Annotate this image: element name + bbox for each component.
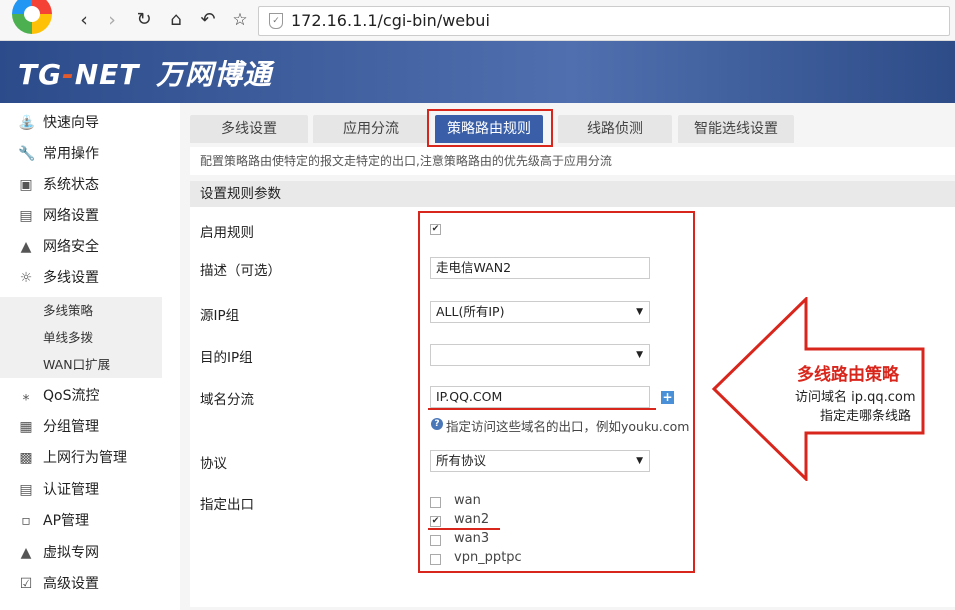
enable-label: 启用规则 bbox=[200, 225, 254, 241]
home-icon[interactable]: ⌂ bbox=[164, 8, 188, 32]
sidebar-item-network-security[interactable]: ▲ 网络安全 bbox=[0, 232, 180, 262]
sidebar-item-label: 快速向导 bbox=[43, 115, 99, 131]
brand-net: NET bbox=[74, 58, 140, 91]
sidebar-item-label: 常用操作 bbox=[43, 146, 99, 162]
sidebar-item-behavior-management[interactable]: ▩ 上网行为管理 bbox=[0, 443, 180, 473]
sidebar-subitem-label: 单线多拨 bbox=[43, 330, 94, 345]
tab-line-detection[interactable]: 线路侦测 bbox=[558, 115, 672, 143]
sidebar-item-label: QoS流控 bbox=[43, 388, 100, 404]
network-icon: ▤ bbox=[19, 208, 33, 224]
sidebar-item-label: 认证管理 bbox=[43, 482, 99, 498]
vpn-icon: ▲ bbox=[20, 545, 32, 561]
ap-icon: ▫ bbox=[21, 513, 31, 529]
forward-icon[interactable]: › bbox=[100, 8, 124, 32]
sidebar-item-network-settings[interactable]: ▤ 网络设置 bbox=[0, 201, 180, 231]
sidebar-item-label: AP管理 bbox=[43, 513, 90, 529]
sidebar-item-qos[interactable]: ⁎ QoS流控 bbox=[0, 381, 180, 411]
brand-tg: TG bbox=[18, 58, 63, 91]
security-icon: ▲ bbox=[20, 239, 32, 255]
sidebar-subitem-label: 多线策略 bbox=[43, 303, 94, 318]
advanced-icon: ☑ bbox=[19, 576, 33, 592]
sidebar-item-label: 上网行为管理 bbox=[43, 450, 127, 466]
sidebar-item-label: 分组管理 bbox=[43, 419, 99, 435]
sidebar-subitem-label: WAN口扩展 bbox=[43, 357, 111, 372]
sidebar-item-ap-management[interactable]: ▫ AP管理 bbox=[0, 506, 180, 536]
browser-toolbar: ‹ › ↻ ⌂ ↶ ☆ ✓ 172.16.1.1/cgi-bin/webui bbox=[0, 0, 955, 41]
annotation-title: 多线路由策略 bbox=[797, 365, 899, 385]
brand-cn: 万网博通 bbox=[156, 58, 273, 91]
shield-icon: ✓ bbox=[269, 13, 283, 29]
src-ip-label: 源IP组 bbox=[200, 308, 240, 324]
section-title: 设置规则参数 bbox=[190, 181, 955, 207]
sidebar-item-label: 网络安全 bbox=[43, 239, 99, 255]
protocol-label: 协议 bbox=[200, 456, 227, 472]
form-highlight-box bbox=[418, 211, 695, 573]
wrench-icon: 🔧 bbox=[18, 146, 36, 162]
wizard-icon: ⛲ bbox=[18, 115, 36, 131]
brand-logo: TG-NET 万网博通 bbox=[18, 53, 272, 93]
sidebar-item-auth-management[interactable]: ▤ 认证管理 bbox=[0, 475, 180, 505]
sidebar-item-vpn[interactable]: ▲ 虚拟专网 bbox=[0, 538, 180, 568]
sidebar-item-label: 网络设置 bbox=[43, 208, 99, 224]
multiline-icon: ☼ bbox=[19, 270, 33, 286]
annotation-line2: 指定走哪条线路 bbox=[820, 409, 912, 424]
tab-bar: 多线设置 应用分流 策略路由规则 线路侦测 智能选线设置 bbox=[190, 113, 955, 145]
annotation-line1: 访问域名 ip.qq.com bbox=[795, 390, 916, 405]
tab-app-split[interactable]: 应用分流 bbox=[313, 115, 429, 143]
sidebar-item-multiline[interactable]: ☼ 多线设置 bbox=[0, 263, 180, 293]
back-icon[interactable]: ‹ bbox=[72, 8, 96, 32]
sidebar-item-label: 虚拟专网 bbox=[43, 545, 99, 561]
sidebar-item-label: 高级设置 bbox=[43, 576, 99, 592]
sidebar-item-label: 系统状态 bbox=[43, 177, 99, 193]
undo-icon[interactable]: ↶ bbox=[196, 8, 220, 32]
domain-underline bbox=[428, 408, 656, 410]
domain-label: 域名分流 bbox=[200, 392, 254, 408]
address-url: 172.16.1.1/cgi-bin/webui bbox=[291, 11, 490, 30]
wan2-underline bbox=[428, 528, 500, 530]
browser-logo-icon[interactable] bbox=[12, 0, 52, 34]
sidebar-item-group-management[interactable]: ▦ 分组管理 bbox=[0, 412, 180, 442]
auth-icon: ▤ bbox=[19, 482, 33, 498]
desc-label: 描述（可选） bbox=[200, 263, 281, 279]
tab-highlight-box bbox=[427, 109, 553, 147]
app-header: TG-NET 万网博通 bbox=[0, 41, 955, 103]
tab-smart-select[interactable]: 智能选线设置 bbox=[678, 115, 794, 143]
sidebar-item-quick-wizard[interactable]: ⛲ 快速向导 bbox=[0, 108, 180, 138]
sidebar-item-advanced[interactable]: ☑ 高级设置 bbox=[0, 569, 180, 599]
sidebar-item-system-status[interactable]: ▣ 系统状态 bbox=[0, 170, 180, 200]
group-icon: ▦ bbox=[19, 419, 33, 435]
bookmark-star-icon[interactable]: ☆ bbox=[228, 8, 252, 32]
sidebar-subitem-wan-expand[interactable]: WAN口扩展 bbox=[0, 351, 162, 378]
behavior-icon: ▩ bbox=[19, 450, 33, 466]
tab-multiline-settings[interactable]: 多线设置 bbox=[190, 115, 308, 143]
dst-ip-label: 目的IP组 bbox=[200, 350, 253, 366]
sidebar-subitem-single-multidial[interactable]: 单线多拨 bbox=[0, 324, 162, 351]
address-bar[interactable]: ✓ 172.16.1.1/cgi-bin/webui bbox=[258, 6, 950, 36]
sidebar-item-label: 多线设置 bbox=[43, 270, 99, 286]
brand-sep: - bbox=[62, 58, 75, 91]
sidebar-item-common-ops[interactable]: 🔧 常用操作 bbox=[0, 139, 180, 169]
sidebar-subitem-multiline-policy[interactable]: 多线策略 bbox=[0, 297, 162, 324]
sidebar: ⛲ 快速向导 🔧 常用操作 ▣ 系统状态 ▤ 网络设置 ▲ 网络安全 ☼ 多线设… bbox=[0, 103, 180, 610]
exit-label: 指定出口 bbox=[200, 497, 254, 513]
monitor-icon: ▣ bbox=[19, 177, 33, 193]
page-description: 配置策略路由使特定的报文走特定的出口,注意策略路由的优先级高于应用分流 bbox=[190, 147, 955, 175]
qos-icon: ⁎ bbox=[22, 388, 30, 404]
reload-icon[interactable]: ↻ bbox=[132, 8, 156, 32]
